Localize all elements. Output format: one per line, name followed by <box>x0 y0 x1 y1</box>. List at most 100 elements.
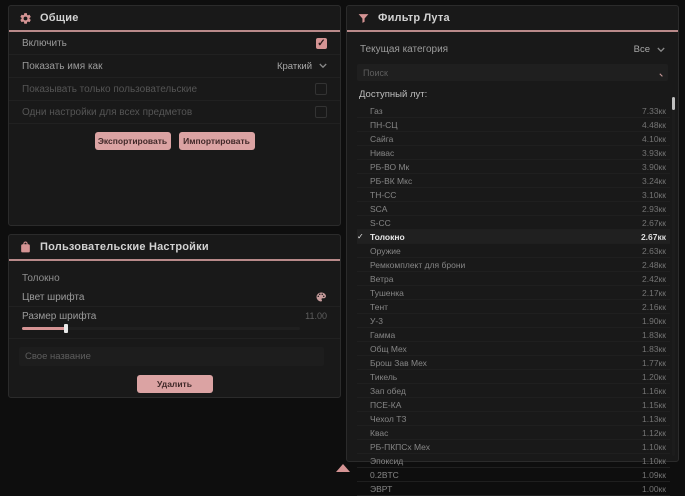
font-size-value: 11.00 <box>305 311 327 321</box>
list-item[interactable]: Оружие 2.63кк <box>357 244 670 258</box>
loot-list-scrollbar[interactable] <box>672 97 675 456</box>
list-item[interactable]: Нивас 3.93кк <box>357 146 670 160</box>
loot-item-name: ТН-СС <box>370 190 642 200</box>
list-item[interactable]: Зап обед 1.16кк <box>357 384 670 398</box>
list-item[interactable]: S-СС 2.67кк <box>357 216 670 230</box>
list-item[interactable]: Квас 1.12кк <box>357 426 670 440</box>
list-item[interactable]: ПН-СЦ 4.48кк <box>357 118 670 132</box>
only-custom-row: Показывать только пользовательские <box>9 78 340 101</box>
available-loot-label: Доступный лут: <box>347 81 678 104</box>
loot-item-name: ПН-СЦ <box>370 120 642 130</box>
loot-item-value: 2.67кк <box>642 218 666 228</box>
palette-icon[interactable] <box>315 291 327 303</box>
name-mode-select[interactable]: Краткий <box>277 61 327 72</box>
list-item[interactable]: Газ 7.33кк <box>357 104 670 118</box>
name-mode-row: Показать имя как Краткий <box>9 55 340 78</box>
loot-item-value: 1.83кк <box>642 330 666 340</box>
list-item[interactable]: Тент 2.16кк <box>357 300 670 314</box>
loot-item-name: Ветра <box>370 274 642 284</box>
loot-item-name: 0.2BTC <box>370 470 642 480</box>
list-item[interactable]: ТН-СС 3.10кк <box>357 188 670 202</box>
category-select[interactable]: Все <box>634 44 665 55</box>
loot-item-value: 2.67кк <box>641 232 666 242</box>
loot-item-value: 1.20кк <box>642 372 666 382</box>
list-item[interactable]: ЭВРТ 1.00кк <box>357 482 670 496</box>
scrollbar-handle[interactable] <box>672 97 675 110</box>
list-item[interactable]: РБ-ВО Мк 3.90кк <box>357 160 670 174</box>
custom-name-input[interactable] <box>19 347 324 366</box>
list-item[interactable]: Сайга 4.10кк <box>357 132 670 146</box>
loot-item-name: РБ-ВК Мкс <box>370 176 642 186</box>
loot-item-value: 3.10кк <box>642 190 666 200</box>
gear-icon <box>19 12 32 25</box>
delete-button[interactable]: Удалить <box>137 375 213 393</box>
loot-item-value: 2.17кк <box>642 288 666 298</box>
only-custom-checkbox[interactable] <box>315 83 327 95</box>
list-item[interactable]: Ветра 2.42кк <box>357 272 670 286</box>
only-custom-label: Показывать только пользовательские <box>22 84 197 95</box>
loot-item-value: 2.63кк <box>642 246 666 256</box>
loot-item-name: SCA <box>370 204 642 214</box>
loot-item-value: 3.93кк <box>642 148 666 158</box>
font-size-slider[interactable] <box>22 327 300 330</box>
loot-item-name: Гамма <box>370 330 642 340</box>
slider-handle[interactable] <box>64 324 68 333</box>
loot-item-name: ЭВРТ <box>370 484 642 494</box>
search-input[interactable] <box>357 68 648 78</box>
list-item[interactable]: Ремкомплект для брони 2.48кк <box>357 258 670 272</box>
loot-item-name: Квас <box>370 428 642 438</box>
loot-item-value: 1.15кк <box>642 400 666 410</box>
list-item[interactable]: РБ-ПКПСх Мех 1.10кк <box>357 440 670 454</box>
list-item[interactable]: Тушенка 2.17кк <box>357 286 670 300</box>
category-label: Текущая категория <box>360 44 448 55</box>
search-bar <box>357 64 668 81</box>
loot-item-name: Брош Зав Мех <box>370 358 642 368</box>
loot-item-name: Сайга <box>370 134 642 144</box>
import-button[interactable]: Импортировать <box>179 132 255 150</box>
font-size-slider-row <box>9 325 340 339</box>
chevron-down-icon <box>657 47 665 53</box>
user-panel-title: Пользовательские Настройки <box>40 241 209 253</box>
loot-item-value: 2.48кк <box>642 260 666 270</box>
enable-checkbox[interactable]: ✓ <box>316 38 327 49</box>
selected-check-icon: ✓ <box>357 232 370 241</box>
general-panel-title: Общие <box>40 12 79 24</box>
loot-item-name: ПСЕ-КА <box>370 400 642 410</box>
list-item[interactable]: Эпоксид 1.10кк <box>357 454 670 468</box>
loot-item-value: 3.90кк <box>642 162 666 172</box>
search-icon[interactable] <box>648 67 668 78</box>
list-item[interactable]: Общ Мех 1.83кк <box>357 342 670 356</box>
same-settings-row: Одни настройки для всех предметов <box>9 101 340 124</box>
general-settings-panel: Общие Включить ✓ Показать имя как Кратки… <box>8 5 341 226</box>
slider-fill <box>22 327 66 330</box>
general-panel-header: Общие <box>9 6 340 30</box>
loot-item-value: 1.13кк <box>642 414 666 424</box>
list-item[interactable]: Чехол ТЗ 1.13кк <box>357 412 670 426</box>
list-item[interactable]: ✓ Толокно 2.67кк <box>357 230 670 244</box>
list-item[interactable]: Тикель 1.20кк <box>357 370 670 384</box>
loot-item-name: Ремкомплект для брони <box>370 260 642 270</box>
list-item[interactable]: РБ-ВК Мкс 3.24кк <box>357 174 670 188</box>
loot-item-value: 1.09кк <box>642 470 666 480</box>
loot-item-name: РБ-ПКПСх Мех <box>370 442 642 452</box>
loot-item-name: Чехол ТЗ <box>370 414 642 424</box>
list-item[interactable]: 0.2BTC 1.09кк <box>357 468 670 482</box>
font-size-row: Размер шрифта 11.00 <box>9 307 340 325</box>
list-item[interactable]: У-3 1.90кк <box>357 314 670 328</box>
loot-item-value: 4.48кк <box>642 120 666 130</box>
export-button[interactable]: Экспортировать <box>95 132 171 150</box>
list-item[interactable]: Брош Зав Мех 1.77кк <box>357 356 670 370</box>
loot-panel-divider <box>347 30 678 32</box>
loot-item-value: 2.93кк <box>642 204 666 214</box>
list-item[interactable]: Гамма 1.83кк <box>357 328 670 342</box>
list-item[interactable]: ПСЕ-КА 1.15кк <box>357 398 670 412</box>
loot-item-value: 2.16кк <box>642 302 666 312</box>
list-item[interactable]: SCA 2.93кк <box>357 202 670 216</box>
same-settings-checkbox[interactable] <box>315 106 327 118</box>
expand-up-arrow[interactable] <box>336 464 350 472</box>
loot-item-value: 1.90кк <box>642 316 666 326</box>
loot-item-value: 1.10кк <box>642 456 666 466</box>
loot-item-name: Зап обед <box>370 386 642 396</box>
loot-item-value: 7.33кк <box>642 106 666 116</box>
enable-label: Включить <box>22 38 67 49</box>
